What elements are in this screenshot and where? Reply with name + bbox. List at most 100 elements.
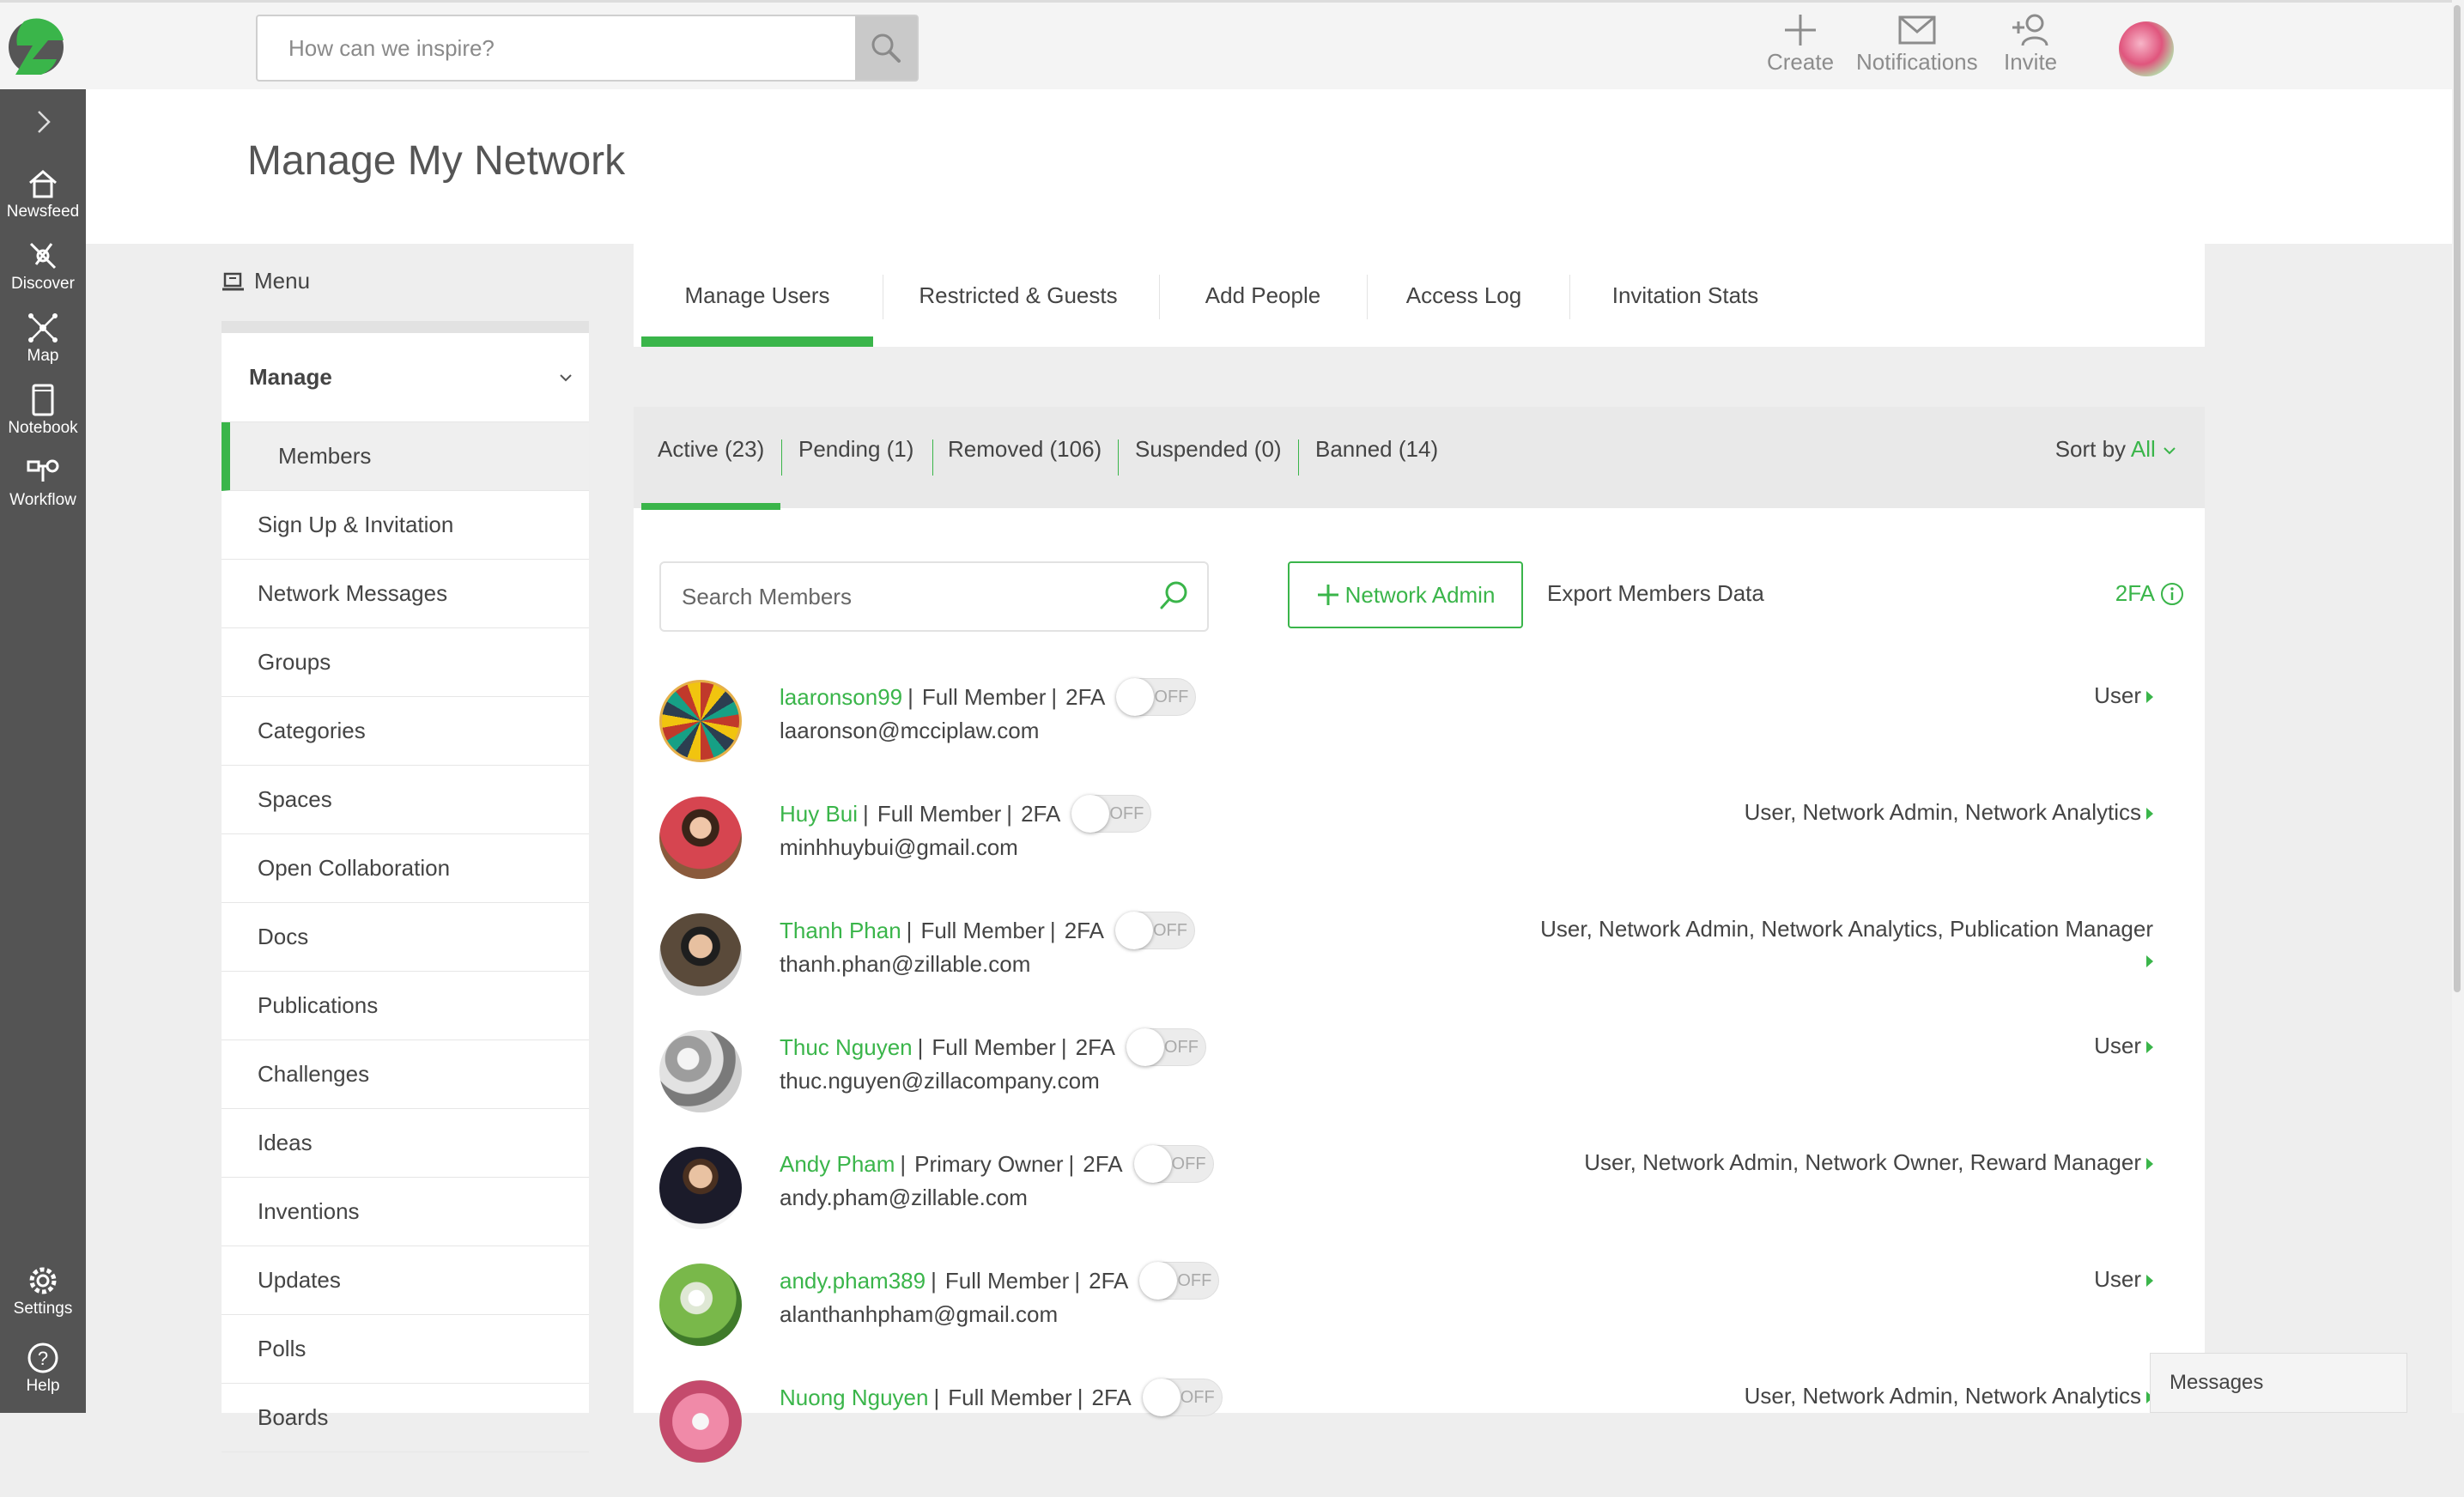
- rail-notebook[interactable]: Notebook: [0, 381, 86, 438]
- tab-add-people[interactable]: Add People: [1159, 244, 1367, 347]
- rail-help[interactable]: ? Help: [0, 1339, 86, 1396]
- search-icon: [871, 33, 901, 63]
- twofa-toggle[interactable]: OFF: [1071, 795, 1152, 833]
- sort-by-dropdown[interactable]: Sort by All: [2055, 436, 2177, 463]
- messages-panel-toggle[interactable]: Messages: [2150, 1353, 2407, 1413]
- menu-item-groups[interactable]: Groups: [222, 628, 589, 697]
- member-name[interactable]: Thanh Phan: [780, 918, 901, 944]
- member-avatar[interactable]: [659, 680, 742, 762]
- notifications-button[interactable]: Notifications: [1856, 11, 1978, 76]
- menu-item-spaces[interactable]: Spaces: [222, 766, 589, 834]
- twofa-toggle[interactable]: OFF: [1133, 1145, 1214, 1183]
- app-logo[interactable]: [7, 11, 67, 80]
- twofa-toggle[interactable]: OFF: [1114, 912, 1195, 949]
- tab-restricted-guests[interactable]: Restricted & Guests: [883, 244, 1154, 347]
- filter-suspended[interactable]: Suspended (0): [1135, 436, 1282, 463]
- menu-item-categories[interactable]: Categories: [222, 697, 589, 766]
- chevron-down-icon: [2164, 447, 2176, 455]
- tab-manage-users[interactable]: Manage Users: [641, 244, 873, 347]
- add-network-admin-button[interactable]: Network Admin: [1288, 561, 1523, 628]
- menu-item-boards[interactable]: Boards: [222, 1384, 589, 1452]
- rail-settings[interactable]: Settings: [0, 1262, 86, 1318]
- caret-right-icon: [2146, 1158, 2153, 1171]
- member-search-input[interactable]: [661, 563, 1142, 630]
- filter-pending[interactable]: Pending (1): [798, 436, 913, 463]
- twofa-info[interactable]: 2FA: [2115, 580, 2184, 607]
- member-name[interactable]: Thuc Nguyen: [780, 1034, 913, 1061]
- rail-workflow[interactable]: Workflow: [0, 453, 86, 510]
- menu-item-ideas[interactable]: Ideas: [222, 1109, 589, 1178]
- member-row: Thanh Phan | Full Member | 2FA OFF thanh.p…: [659, 912, 2153, 1030]
- svg-text:?: ?: [38, 1348, 48, 1369]
- menu-item-publications[interactable]: Publications: [222, 972, 589, 1040]
- member-avatar[interactable]: [659, 1147, 742, 1229]
- export-members-link[interactable]: Export Members Data: [1547, 580, 1764, 607]
- menu-item-updates[interactable]: Updates: [222, 1246, 589, 1315]
- filter-active[interactable]: Active (23): [658, 436, 764, 463]
- rail-map[interactable]: Map: [0, 309, 86, 366]
- menu-item-sign-up-invitation[interactable]: Sign Up & Invitation: [222, 491, 589, 560]
- member-roles[interactable]: User: [1535, 1264, 2153, 1294]
- members-panel: Active (23) Pending (1) Removed (106) Su…: [634, 407, 2205, 1463]
- sort-by-value: All: [2130, 436, 2156, 462]
- member-avatar[interactable]: [659, 797, 742, 879]
- search-button[interactable]: [855, 16, 917, 80]
- menu-item-polls[interactable]: Polls: [222, 1315, 589, 1384]
- menu-item-network-messages[interactable]: Network Messages: [222, 560, 589, 628]
- twofa-label: 2FA: [1064, 917, 1104, 943]
- rail-label: Help: [26, 1377, 60, 1395]
- twofa-label: 2FA: [1091, 1384, 1132, 1410]
- member-roles[interactable]: User, Network Admin, Network Analytics, …: [1535, 913, 2153, 975]
- rail-label: Notebook: [8, 419, 78, 437]
- member-type: Full Member: [932, 1033, 1056, 1060]
- rail-expand-button[interactable]: [0, 105, 86, 139]
- caret-right-icon: [2146, 691, 2153, 704]
- tab-invitation-stats[interactable]: Invitation Stats: [1569, 244, 1801, 347]
- member-avatar[interactable]: [659, 1264, 742, 1346]
- twofa-toggle[interactable]: OFF: [1126, 1028, 1206, 1066]
- member-name[interactable]: Nuong Nguyen: [780, 1385, 928, 1411]
- toggle-state: OFF: [1180, 1388, 1215, 1407]
- member-roles[interactable]: User: [1535, 680, 2153, 711]
- caret-right-icon: [2146, 808, 2153, 821]
- tab-label: Access Log: [1405, 282, 1522, 308]
- member-row: Thuc Nguyen | Full Member | 2FA OFF thuc.n…: [659, 1028, 2153, 1147]
- filter-banned[interactable]: Banned (14): [1315, 436, 1438, 463]
- twofa-toggle[interactable]: OFF: [1116, 678, 1197, 716]
- filter-divider: [781, 439, 782, 476]
- member-avatar[interactable]: [659, 913, 742, 996]
- create-button[interactable]: Create: [1767, 11, 1834, 76]
- member-name[interactable]: laaronson99: [780, 684, 902, 711]
- help-icon: ?: [27, 1342, 58, 1373]
- member-name[interactable]: andy.pham389: [780, 1268, 926, 1294]
- menu-item-inventions[interactable]: Inventions: [222, 1178, 589, 1246]
- member-name[interactable]: Huy Bui: [780, 801, 858, 827]
- search-icon[interactable]: [1157, 579, 1192, 617]
- global-search-input[interactable]: [258, 16, 855, 80]
- twofa-toggle[interactable]: OFF: [1139, 1262, 1220, 1300]
- member-name[interactable]: Andy Pham: [780, 1151, 895, 1178]
- sort-by-label: Sort by: [2054, 436, 2127, 462]
- rail-newsfeed[interactable]: Newsfeed: [0, 165, 86, 221]
- user-avatar[interactable]: [2119, 21, 2174, 76]
- menu-item-open-collaboration[interactable]: Open Collaboration: [222, 834, 589, 903]
- page-scrollbar[interactable]: [2452, 0, 2464, 1413]
- invite-button[interactable]: Invite: [2004, 11, 2057, 76]
- menu-item-challenges[interactable]: Challenges: [222, 1040, 589, 1109]
- menu-item-docs[interactable]: Docs: [222, 903, 589, 972]
- member-roles[interactable]: User, Network Admin, Network Analytics: [1535, 1380, 2153, 1411]
- menu-icon: [222, 272, 244, 290]
- member-roles[interactable]: User, Network Admin, Network Analytics: [1535, 797, 2153, 827]
- menu-item-members[interactable]: Members: [222, 422, 589, 491]
- member-roles[interactable]: User, Network Admin, Network Owner, Rewa…: [1535, 1147, 2153, 1178]
- filter-divider: [932, 439, 933, 476]
- twofa-toggle[interactable]: OFF: [1142, 1379, 1223, 1416]
- member-avatar[interactable]: [659, 1380, 742, 1463]
- rail-discover[interactable]: Discover: [0, 237, 86, 294]
- filter-removed[interactable]: Removed (106): [948, 436, 1102, 463]
- member-avatar[interactable]: [659, 1030, 742, 1112]
- member-roles[interactable]: User: [1535, 1030, 2153, 1061]
- tab-access-log[interactable]: Access Log: [1367, 244, 1561, 347]
- chevron-down-icon: [560, 373, 572, 381]
- menu-section-manage[interactable]: Manage: [222, 333, 589, 422]
